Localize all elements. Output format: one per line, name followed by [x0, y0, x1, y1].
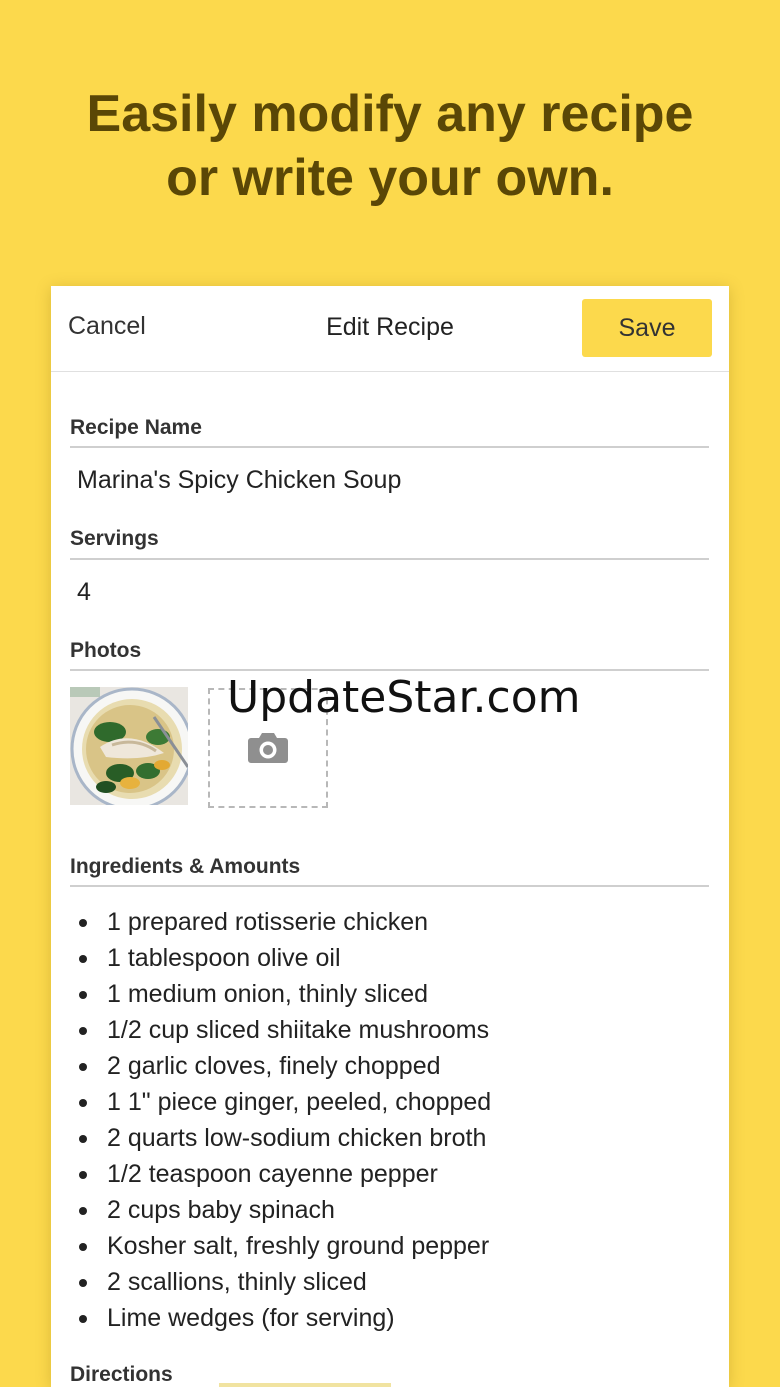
recipe-photo-thumbnail[interactable]	[70, 687, 188, 805]
servings-field[interactable]: 4	[77, 578, 91, 607]
directions-label: Directions	[70, 1363, 173, 1386]
ingredient-text: 2 quarts low-sodium chicken broth	[107, 1124, 487, 1152]
ingredient-text: 1/2 cup sliced shiitake mushrooms	[107, 1016, 490, 1044]
ingredient-item[interactable]: 1 1" piece ginger, peeled, chopped	[71, 1084, 491, 1120]
ingredient-text: Lime wedges (for serving)	[107, 1304, 395, 1332]
watermark-text: UpdateStar.com	[227, 672, 581, 723]
ingredient-item[interactable]: 1 medium onion, thinly sliced	[71, 976, 491, 1012]
bullet-icon	[79, 1207, 87, 1215]
ingredient-text: 2 garlic cloves, finely chopped	[107, 1052, 441, 1080]
ingredient-item[interactable]: Lime wedges (for serving)	[71, 1300, 491, 1336]
ingredient-item[interactable]: 2 garlic cloves, finely chopped	[71, 1048, 491, 1084]
scroll-indicator	[219, 1383, 391, 1387]
ingredient-text: 1 tablespoon olive oil	[107, 944, 341, 972]
ingredient-item[interactable]: Kosher salt, freshly ground pepper	[71, 1228, 491, 1264]
bullet-icon	[79, 955, 87, 963]
ingredient-item[interactable]: 2 quarts low-sodium chicken broth	[71, 1120, 491, 1156]
bullet-icon	[79, 1063, 87, 1071]
camera-icon	[248, 733, 288, 763]
ingredients-label: Ingredients & Amounts	[70, 855, 301, 878]
promo-headline-line2: or write your own.	[166, 149, 614, 207]
bullet-icon	[79, 1243, 87, 1251]
ingredients-divider	[70, 885, 709, 887]
bullet-icon	[79, 1027, 87, 1035]
ingredient-text: 2 cups baby spinach	[107, 1196, 335, 1224]
servings-divider	[70, 558, 709, 560]
navigation-bar: Cancel Edit Recipe Save	[51, 286, 729, 372]
ingredient-item[interactable]: 1 prepared rotisserie chicken	[71, 904, 491, 940]
ingredient-text: Kosher salt, freshly ground pepper	[107, 1232, 490, 1260]
bullet-icon	[79, 919, 87, 927]
ingredient-text: 1 medium onion, thinly sliced	[107, 980, 428, 1008]
ingredient-item[interactable]: 1/2 cup sliced shiitake mushrooms	[71, 1012, 491, 1048]
recipe-name-divider	[70, 446, 709, 448]
ingredient-text: 1 prepared rotisserie chicken	[107, 908, 428, 936]
save-button[interactable]: Save	[582, 299, 712, 357]
bullet-icon	[79, 1315, 87, 1323]
servings-label: Servings	[70, 527, 159, 550]
soup-photo-image	[70, 687, 188, 805]
bullet-icon	[79, 1135, 87, 1143]
bullet-icon	[79, 1279, 87, 1287]
ingredient-text: 2 scallions, thinly sliced	[107, 1268, 367, 1296]
edit-recipe-screen: Cancel Edit Recipe Save Recipe Name Mari…	[51, 286, 729, 1387]
ingredient-item[interactable]: 2 scallions, thinly sliced	[71, 1264, 491, 1300]
bullet-icon	[79, 1099, 87, 1107]
photos-label: Photos	[70, 639, 142, 662]
recipe-name-field[interactable]: Marina's Spicy Chicken Soup	[77, 466, 401, 495]
photos-divider	[70, 669, 709, 671]
ingredient-item[interactable]: 2 cups baby spinach	[71, 1192, 491, 1228]
ingredients-list[interactable]: 1 prepared rotisserie chicken 1 tablespo…	[71, 904, 491, 1336]
bullet-icon	[79, 991, 87, 999]
bullet-icon	[79, 1171, 87, 1179]
recipe-name-label: Recipe Name	[70, 416, 202, 439]
promo-headline: Easily modify any recipe or write your o…	[0, 82, 780, 210]
ingredient-item[interactable]: 1 tablespoon olive oil	[71, 940, 491, 976]
ingredient-text: 1 1" piece ginger, peeled, chopped	[107, 1088, 492, 1116]
ingredient-item[interactable]: 1/2 teaspoon cayenne pepper	[71, 1156, 491, 1192]
ingredient-text: 1/2 teaspoon cayenne pepper	[107, 1160, 438, 1188]
promo-headline-line1: Easily modify any recipe	[86, 85, 694, 143]
